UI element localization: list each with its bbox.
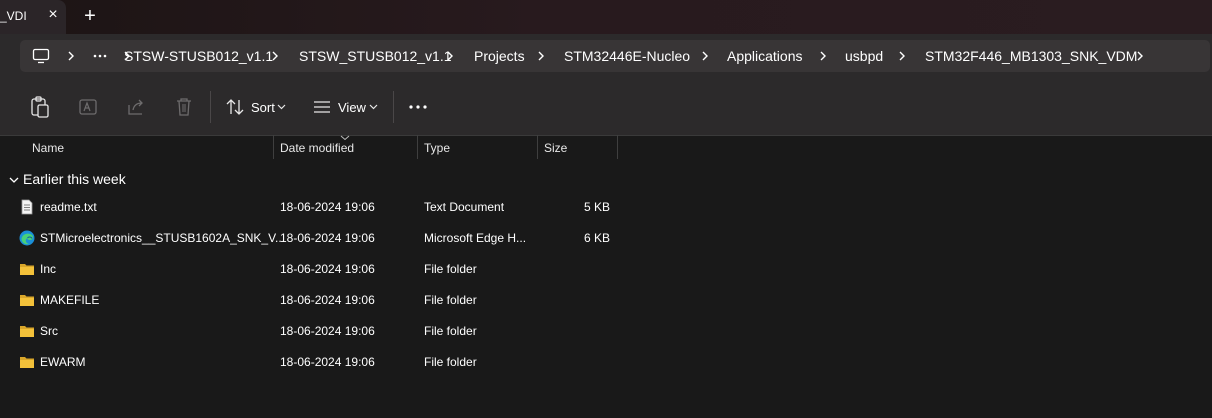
file-type: Text Document [424,200,505,214]
column-divider[interactable] [417,135,418,159]
column-date-modified[interactable]: Date modified [280,141,354,155]
sort-button[interactable]: Sort [251,100,275,115]
file-name: Src [40,324,58,338]
file-date: 18-06-2024 19:06 [280,200,375,214]
view-button[interactable]: View [338,100,366,115]
file-type: File folder [424,262,477,276]
window-tab[interactable]: _VDI × [0,0,66,34]
chevron-right-icon[interactable] [270,48,280,64]
chevron-right-icon[interactable] [818,48,828,64]
toolbar-divider [210,91,211,123]
list-item[interactable]: Inc 18-06-2024 19:06 File folder [12,255,622,285]
chevron-right-icon[interactable] [445,48,455,64]
breadcrumb-item[interactable]: STSW-STUSB012_v1.1 [124,48,273,64]
more-crumbs-icon[interactable] [92,48,108,64]
toolbar-divider [393,91,394,123]
column-divider[interactable] [617,135,618,159]
title-bar: _VDI × + [0,0,1212,34]
list-item[interactable]: Src 18-06-2024 19:06 File folder [12,317,622,347]
column-divider[interactable] [537,135,538,159]
folder-icon [20,295,34,306]
new-tab-icon[interactable]: + [81,6,99,26]
group-label: Earlier this week [23,171,126,187]
address-row: STSW-STUSB012_v1.1 STSW_STUSB012_v1.1 Pr… [0,34,1212,79]
file-size: 5 KB [583,200,610,214]
view-icon[interactable] [312,95,332,119]
file-type: File folder [424,293,477,307]
this-pc-icon[interactable] [32,48,50,64]
file-type: File folder [424,355,477,369]
text-file-icon [21,199,33,215]
chevron-down-icon[interactable] [369,104,378,110]
list-item[interactable]: STMicroelectronics__STUSB1602A_SNK_V... … [12,224,622,254]
file-date: 18-06-2024 19:06 [280,262,375,276]
breadcrumb-item[interactable]: STM32446E-Nucleo [564,48,690,64]
column-header: Name Date modified Type Size [0,135,1212,159]
edge-icon [19,230,35,246]
file-size: 6 KB [583,231,610,245]
column-size[interactable]: Size [544,141,567,155]
file-name: EWARM [40,355,86,369]
folder-icon [20,264,34,275]
close-tab-icon[interactable]: × [45,7,61,23]
file-type: Microsoft Edge H... [424,231,527,245]
delete-icon[interactable] [173,95,195,119]
chevron-right-icon[interactable] [1135,48,1145,64]
file-date: 18-06-2024 19:06 [280,231,375,245]
chevron-down-icon[interactable] [277,104,286,110]
breadcrumb-item[interactable]: STM32F446_MB1303_SNK_VDM [925,48,1137,64]
chevron-right-icon[interactable] [536,48,546,64]
column-type[interactable]: Type [424,141,450,155]
column-name[interactable]: Name [32,141,64,155]
more-options-icon[interactable] [408,95,428,119]
chevron-right-icon[interactable] [897,48,907,64]
file-date: 18-06-2024 19:06 [280,355,375,369]
tab-label: _VDI [0,9,27,23]
folder-icon [20,326,34,337]
breadcrumb-item[interactable]: Projects [474,48,525,64]
rename-icon[interactable] [77,95,99,119]
file-name: Inc [40,262,57,276]
file-name: readme.txt [40,200,97,214]
folder-icon [20,357,34,368]
sort-icon[interactable] [224,95,246,119]
chevron-down-icon[interactable] [8,174,20,186]
breadcrumb-item[interactable]: usbpd [845,48,883,64]
list-item[interactable]: MAKEFILE 18-06-2024 19:06 File folder [12,286,622,316]
breadcrumb-item[interactable]: STSW_STUSB012_v1.1 [299,48,452,64]
list-item[interactable]: EWARM 18-06-2024 19:06 File folder [12,348,622,378]
file-name: MAKEFILE [40,293,100,307]
breadcrumb-item[interactable]: Applications [727,48,803,64]
file-name: STMicroelectronics__STUSB1602A_SNK_V... [40,231,286,245]
file-date: 18-06-2024 19:06 [280,293,375,307]
share-icon[interactable] [125,95,147,119]
breadcrumb[interactable]: STSW-STUSB012_v1.1 STSW_STUSB012_v1.1 Pr… [20,40,1210,72]
column-divider[interactable] [273,135,274,159]
command-bar: Sort View [0,79,1212,136]
file-type: File folder [424,324,477,338]
file-date: 18-06-2024 19:06 [280,324,375,338]
paste-icon[interactable] [29,95,51,119]
chevron-right-icon[interactable] [700,48,710,64]
chevron-right-icon[interactable] [66,48,76,64]
list-item[interactable]: readme.txt 18-06-2024 19:06 Text Documen… [12,193,622,223]
